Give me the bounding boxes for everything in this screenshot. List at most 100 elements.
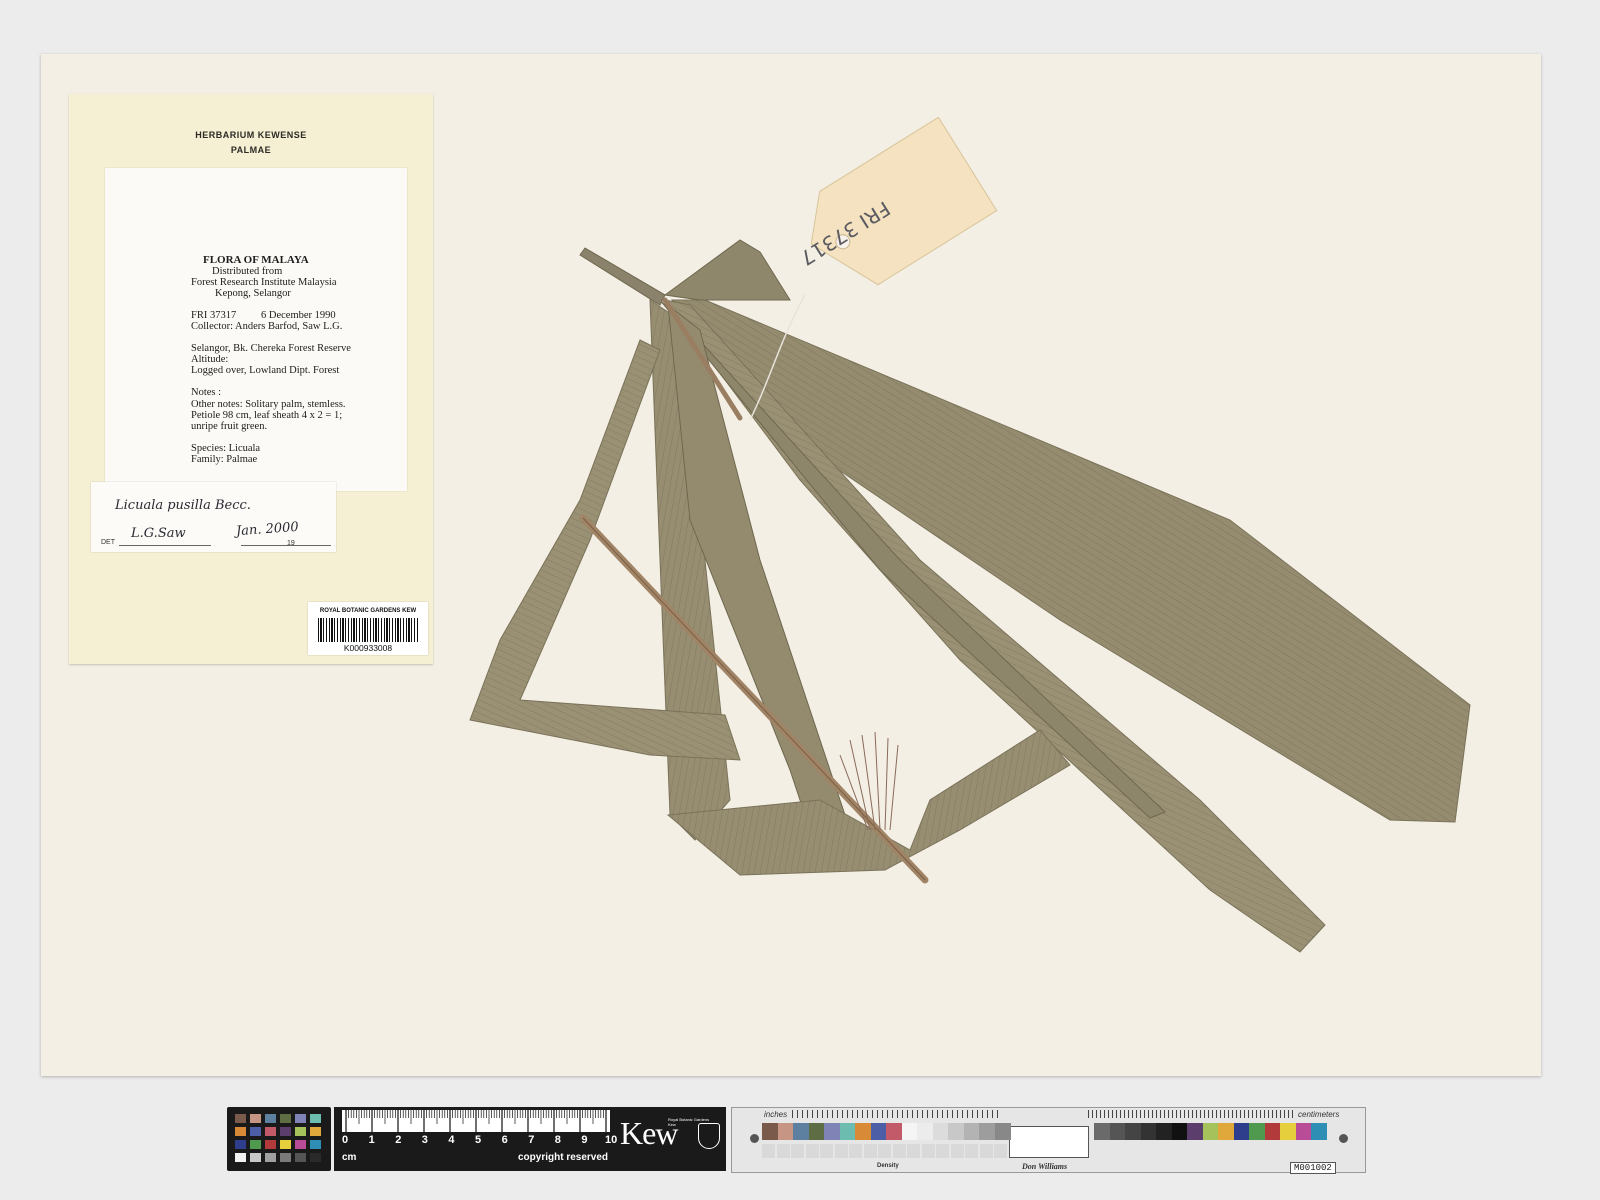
target-patch — [932, 1123, 949, 1140]
scale-unit: cm — [342, 1152, 357, 1163]
target-patch — [824, 1123, 840, 1140]
det-determiner: L.G.Saw — [131, 526, 186, 541]
label-species: Species: Licuala — [191, 443, 261, 454]
barcode-label: ROYAL BOTANIC GARDENS KEW K000933008 — [308, 602, 428, 655]
color-swatch — [310, 1153, 321, 1162]
target-patch — [886, 1123, 902, 1140]
color-swatch — [310, 1127, 321, 1136]
label-date: 6 December 1990 — [261, 310, 336, 321]
density-cell — [950, 1144, 964, 1158]
color-swatch — [250, 1114, 261, 1123]
target-patch — [1218, 1123, 1234, 1140]
color-swatch — [265, 1140, 276, 1149]
crest-icon — [698, 1123, 720, 1149]
scale-number: 10 — [605, 1134, 618, 1146]
target-dot-right — [1339, 1134, 1348, 1143]
resolution-block — [1009, 1126, 1089, 1158]
leaflet-top-left — [579, 247, 666, 306]
scale-number: 0 — [342, 1134, 349, 1146]
centimeters-label: centimeters — [1298, 1110, 1340, 1119]
label-locality: Selangor, Bk. Chereka Forest Reserve — [191, 343, 351, 354]
color-swatch — [280, 1127, 291, 1136]
target-patch — [1140, 1123, 1157, 1140]
density-cell — [762, 1144, 775, 1158]
cm-ticks — [1088, 1110, 1296, 1118]
density-cell — [820, 1144, 833, 1158]
label-collector: Collector: Anders Barfod, Saw L.G. — [191, 321, 343, 332]
target-patch — [1233, 1123, 1250, 1140]
color-swatch — [265, 1153, 276, 1162]
scale-number: 3 — [421, 1134, 428, 1146]
color-swatch — [235, 1127, 246, 1136]
collection-label: FLORA OF MALAYA Distributed from Forest … — [105, 168, 407, 491]
scale-number: 4 — [448, 1134, 455, 1146]
copyright-text: copyright reserved — [518, 1152, 609, 1163]
paper-tag: FRI 37317 — [796, 116, 998, 286]
color-swatch — [280, 1114, 291, 1123]
color-swatch — [250, 1140, 261, 1149]
label-other-notes: Other notes: Solitary palm, stemless. — [191, 399, 346, 410]
density-label: Density — [877, 1163, 899, 1169]
family-title: PALMAE — [230, 145, 272, 155]
det-year-prefix: 19 — [287, 540, 295, 547]
target-patch — [793, 1123, 809, 1140]
density-cell — [791, 1144, 804, 1158]
label-habitat: Logged over, Lowland Dipt. Forest — [191, 365, 340, 376]
density-cell — [965, 1144, 978, 1158]
color-swatch — [295, 1114, 306, 1123]
color-swatch — [295, 1153, 306, 1162]
det-taxon-name: Licuala pusilla Becc. — [115, 498, 251, 513]
label-distributed: Distributed from — [212, 266, 283, 277]
density-cell — [834, 1144, 848, 1158]
label-altitude: Altitude: — [191, 354, 229, 365]
ruler-ticks — [345, 1110, 607, 1132]
color-swatch — [235, 1153, 246, 1162]
target-patch — [1171, 1123, 1188, 1140]
target-patch — [1094, 1123, 1110, 1140]
density-cell — [805, 1144, 819, 1158]
scale-number: 7 — [528, 1134, 535, 1146]
scale-number: 2 — [395, 1134, 402, 1146]
target-patch — [1280, 1123, 1296, 1140]
target-patch — [1156, 1123, 1172, 1140]
barcode-number: K000933008 — [343, 643, 393, 653]
label-number: FRI 37317 — [191, 310, 237, 321]
ruler — [342, 1110, 610, 1132]
det-date: Jan. 2000 — [235, 519, 300, 540]
base-fibers — [839, 731, 899, 831]
density-cell — [892, 1144, 906, 1158]
target-patch — [777, 1123, 794, 1140]
color-swatch — [250, 1153, 261, 1162]
scale-number: 8 — [554, 1134, 561, 1146]
color-swatch — [295, 1127, 306, 1136]
target-patch — [1109, 1123, 1126, 1140]
density-cell — [863, 1144, 877, 1158]
target-patch — [855, 1123, 871, 1140]
label-family: Family: Palmae — [191, 454, 258, 465]
det-rule-2 — [241, 545, 331, 546]
target-patch — [948, 1123, 964, 1140]
scale-number: 9 — [581, 1134, 588, 1146]
density-cell — [936, 1144, 949, 1158]
inch-ticks — [792, 1110, 1000, 1118]
det-prefix: DET — [101, 539, 115, 546]
target-patch — [870, 1123, 887, 1140]
color-swatch — [265, 1114, 276, 1123]
det-rule-1 — [119, 545, 211, 546]
maker-label: Don Williams — [1022, 1162, 1068, 1171]
target-id: M001002 — [1290, 1162, 1336, 1174]
color-target: inches centimeters Density Don Williams … — [731, 1107, 1366, 1174]
scale-number: 1 — [368, 1134, 375, 1146]
barcode-org: ROYAL BOTANIC GARDENS KEW — [319, 608, 417, 614]
color-swatch — [250, 1127, 261, 1136]
label-petiole: Petiole 98 cm, leaf sheath 4 x 2 = 1; — [191, 410, 343, 421]
color-swatch — [235, 1140, 246, 1149]
color-swatch — [265, 1127, 276, 1136]
target-patch — [1249, 1123, 1265, 1140]
herbarium-title: HERBARIUM KEWENSE — [195, 130, 307, 140]
barcode-icon — [318, 618, 418, 642]
target-dot-left — [750, 1134, 759, 1143]
target-patch — [994, 1123, 1011, 1140]
scale-number: 6 — [501, 1134, 508, 1146]
target-patch — [1264, 1123, 1281, 1140]
